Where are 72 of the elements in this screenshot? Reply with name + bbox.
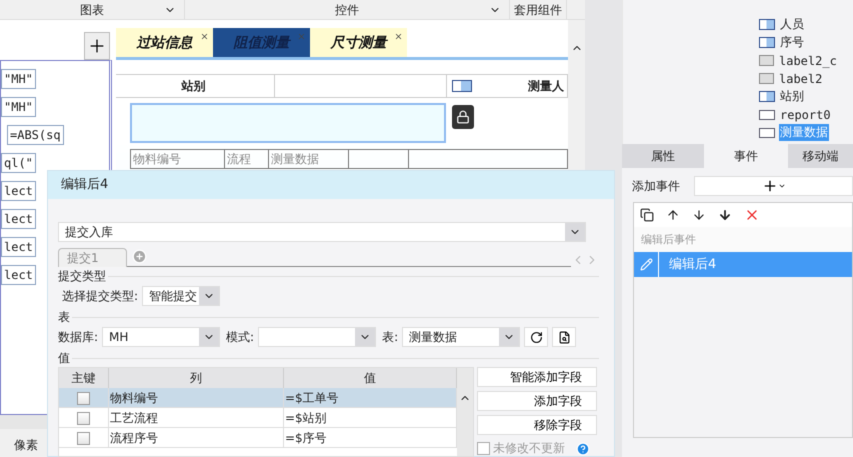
- section-title: 提交类型: [58, 268, 106, 284]
- tree-item[interactable]: 站别: [779, 88, 805, 105]
- tree-item[interactable]: report0: [779, 108, 832, 122]
- tree-item[interactable]: 人员: [779, 16, 805, 33]
- refresh-icon: [530, 330, 543, 344]
- formula-cell[interactable]: lect: [1, 237, 36, 257]
- table-header-cell: 物料编号: [131, 150, 225, 168]
- formula-cell[interactable]: lect: [1, 209, 36, 229]
- event-group-label: 编辑后事件: [634, 227, 852, 252]
- checkbox[interactable]: [77, 392, 90, 404]
- dialog-title: 编辑后4: [48, 171, 614, 199]
- panel-tab[interactable]: 图表: [0, 0, 185, 20]
- field-button[interactable]: 智能添加字段: [477, 367, 597, 387]
- panel-tab[interactable]: 事件: [704, 144, 788, 168]
- formula-cell[interactable]: "MH": [1, 69, 36, 89]
- tree-item[interactable]: label2: [778, 72, 824, 86]
- close-icon[interactable]: [394, 32, 403, 41]
- add-tab-button[interactable]: [84, 32, 110, 60]
- table-row[interactable]: 工艺流程 =$站别: [59, 408, 457, 428]
- move-bottom-icon[interactable]: [718, 208, 732, 222]
- panel-tab[interactable]: 套用组件: [510, 0, 567, 20]
- tree-item[interactable]: 序号: [779, 34, 805, 51]
- help-icon[interactable]: [576, 442, 590, 456]
- report-widget-icon: [759, 128, 775, 138]
- field-button[interactable]: 添加字段: [477, 391, 597, 411]
- dropdown-widget-icon: [759, 19, 775, 30]
- copy-icon[interactable]: [640, 208, 654, 222]
- formula-cell[interactable]: =ABS(sq: [7, 125, 64, 145]
- lock-icon[interactable]: [452, 105, 474, 129]
- action-select[interactable]: 提交入库: [58, 222, 586, 242]
- field-button[interactable]: 移除字段: [477, 415, 597, 435]
- canvas-tab[interactable]: 尺寸测量: [310, 28, 407, 57]
- caret-icon: [778, 182, 786, 190]
- field-label: 选择提交类型:: [61, 288, 138, 304]
- unit-label: 像素: [14, 437, 38, 454]
- refresh-button[interactable]: [524, 327, 548, 347]
- field-label: 表:: [381, 328, 398, 346]
- table-header-cell: 流程: [225, 150, 269, 168]
- checkbox[interactable]: [77, 432, 90, 444]
- header-cell: 站别: [116, 75, 275, 97]
- panel-tab[interactable]: 控件: [185, 0, 510, 20]
- table-select[interactable]: 测量数据: [402, 327, 520, 347]
- report-widget-icon: [759, 110, 775, 120]
- table-header-cell: 测量数据: [269, 150, 349, 168]
- submit-type-select[interactable]: 智能提交: [142, 286, 220, 306]
- label-widget-icon: [759, 73, 774, 84]
- field-label: 数据库:: [58, 328, 98, 346]
- dropdown-widget-icon: [452, 80, 472, 92]
- table-row[interactable]: 物料编号 =$工单号: [59, 388, 457, 408]
- field-label: 模式:: [225, 328, 254, 346]
- preview-button[interactable]: [552, 327, 576, 347]
- table-row[interactable]: 流程序号 =$序号: [59, 428, 457, 448]
- plus-icon: [762, 178, 778, 194]
- dropdown-widget-icon: [759, 91, 775, 102]
- pencil-icon: [640, 258, 652, 271]
- checkbox-label: 未修改不更新: [493, 440, 565, 457]
- formula-cell[interactable]: lect: [1, 265, 36, 285]
- label-widget-icon: [759, 55, 774, 66]
- formula-cell[interactable]: ql(": [1, 153, 36, 173]
- database-select[interactable]: MH: [102, 327, 220, 347]
- formula-cell[interactable]: lect: [1, 181, 36, 201]
- dropdown-widget-icon: [759, 37, 775, 48]
- formula-cell[interactable]: "MH": [1, 97, 36, 117]
- document-search-icon: [558, 330, 571, 344]
- section-title: 值: [58, 350, 70, 366]
- close-icon[interactable]: [200, 32, 209, 41]
- add-event-label: 添加事件: [632, 178, 680, 194]
- checkbox[interactable]: [77, 412, 90, 424]
- tree-item[interactable]: label2_c: [778, 54, 838, 68]
- section-title: 表: [58, 308, 70, 326]
- canvas-tab[interactable]: 过站信息: [116, 28, 213, 57]
- table-cell: 流程序号: [109, 428, 284, 448]
